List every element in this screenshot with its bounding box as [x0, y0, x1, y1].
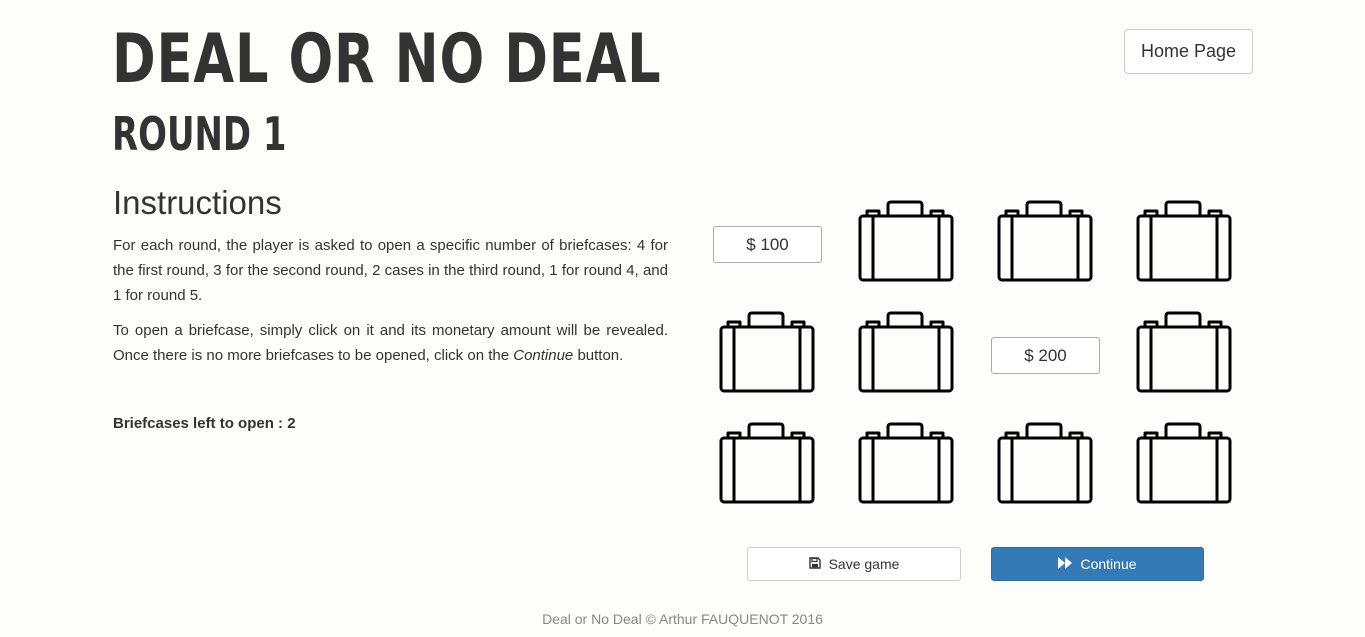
briefcase-icon	[858, 200, 954, 282]
instructions-continue-emphasis: Continue	[513, 347, 574, 364]
briefcase-button[interactable]	[858, 311, 954, 396]
instructions-paragraph-2-end: button.	[573, 347, 624, 364]
instructions-paragraph-2: To open a briefcase, simply click on it …	[113, 318, 668, 368]
briefcase-button[interactable]	[997, 422, 1093, 507]
briefcase-button[interactable]	[719, 422, 815, 507]
briefcase-icon	[1136, 200, 1232, 282]
briefcase-button[interactable]	[858, 422, 954, 507]
briefcase-button[interactable]	[858, 200, 954, 285]
round-title: ROUND 1	[112, 107, 287, 161]
revealed-amount: $ 100	[713, 226, 822, 263]
briefcase-icon	[1136, 311, 1232, 393]
save-game-label: Save game	[828, 556, 900, 572]
briefcases-left-count: 2	[287, 415, 296, 432]
briefcase-icon	[1136, 422, 1232, 504]
continue-button[interactable]: Continue	[991, 547, 1204, 581]
briefcase-button[interactable]	[1136, 311, 1232, 396]
briefcase-icon	[858, 311, 954, 393]
fast-forward-icon	[1058, 556, 1073, 572]
continue-label: Continue	[1080, 556, 1137, 572]
briefcase-button[interactable]	[997, 200, 1093, 285]
briefcase-icon	[719, 311, 815, 393]
briefcases-left-label: Briefcases left to open :	[113, 415, 288, 432]
briefcase-icon	[719, 422, 815, 504]
instructions-paragraph-1: For each round, the player is asked to o…	[113, 237, 668, 304]
briefcase-icon	[858, 422, 954, 504]
briefcase-button[interactable]	[1136, 422, 1232, 507]
instructions-heading: Instructions	[113, 184, 282, 221]
briefcase-icon	[997, 422, 1093, 504]
briefcase-button[interactable]	[719, 311, 815, 396]
revealed-amount: $ 200	[991, 337, 1100, 374]
game-title: DEAL OR NO DEAL	[112, 20, 662, 99]
save-game-button[interactable]: Save game	[747, 547, 961, 581]
briefcase-icon	[997, 200, 1093, 282]
footer-copyright: Deal or No Deal © Arthur FAUQUENOT 2016	[542, 611, 823, 627]
home-page-button[interactable]: Home Page	[1124, 29, 1253, 74]
briefcases-left: Briefcases left to open : 2	[113, 413, 296, 435]
floppy-disk-icon	[808, 556, 821, 572]
briefcase-button[interactable]	[1136, 200, 1232, 285]
